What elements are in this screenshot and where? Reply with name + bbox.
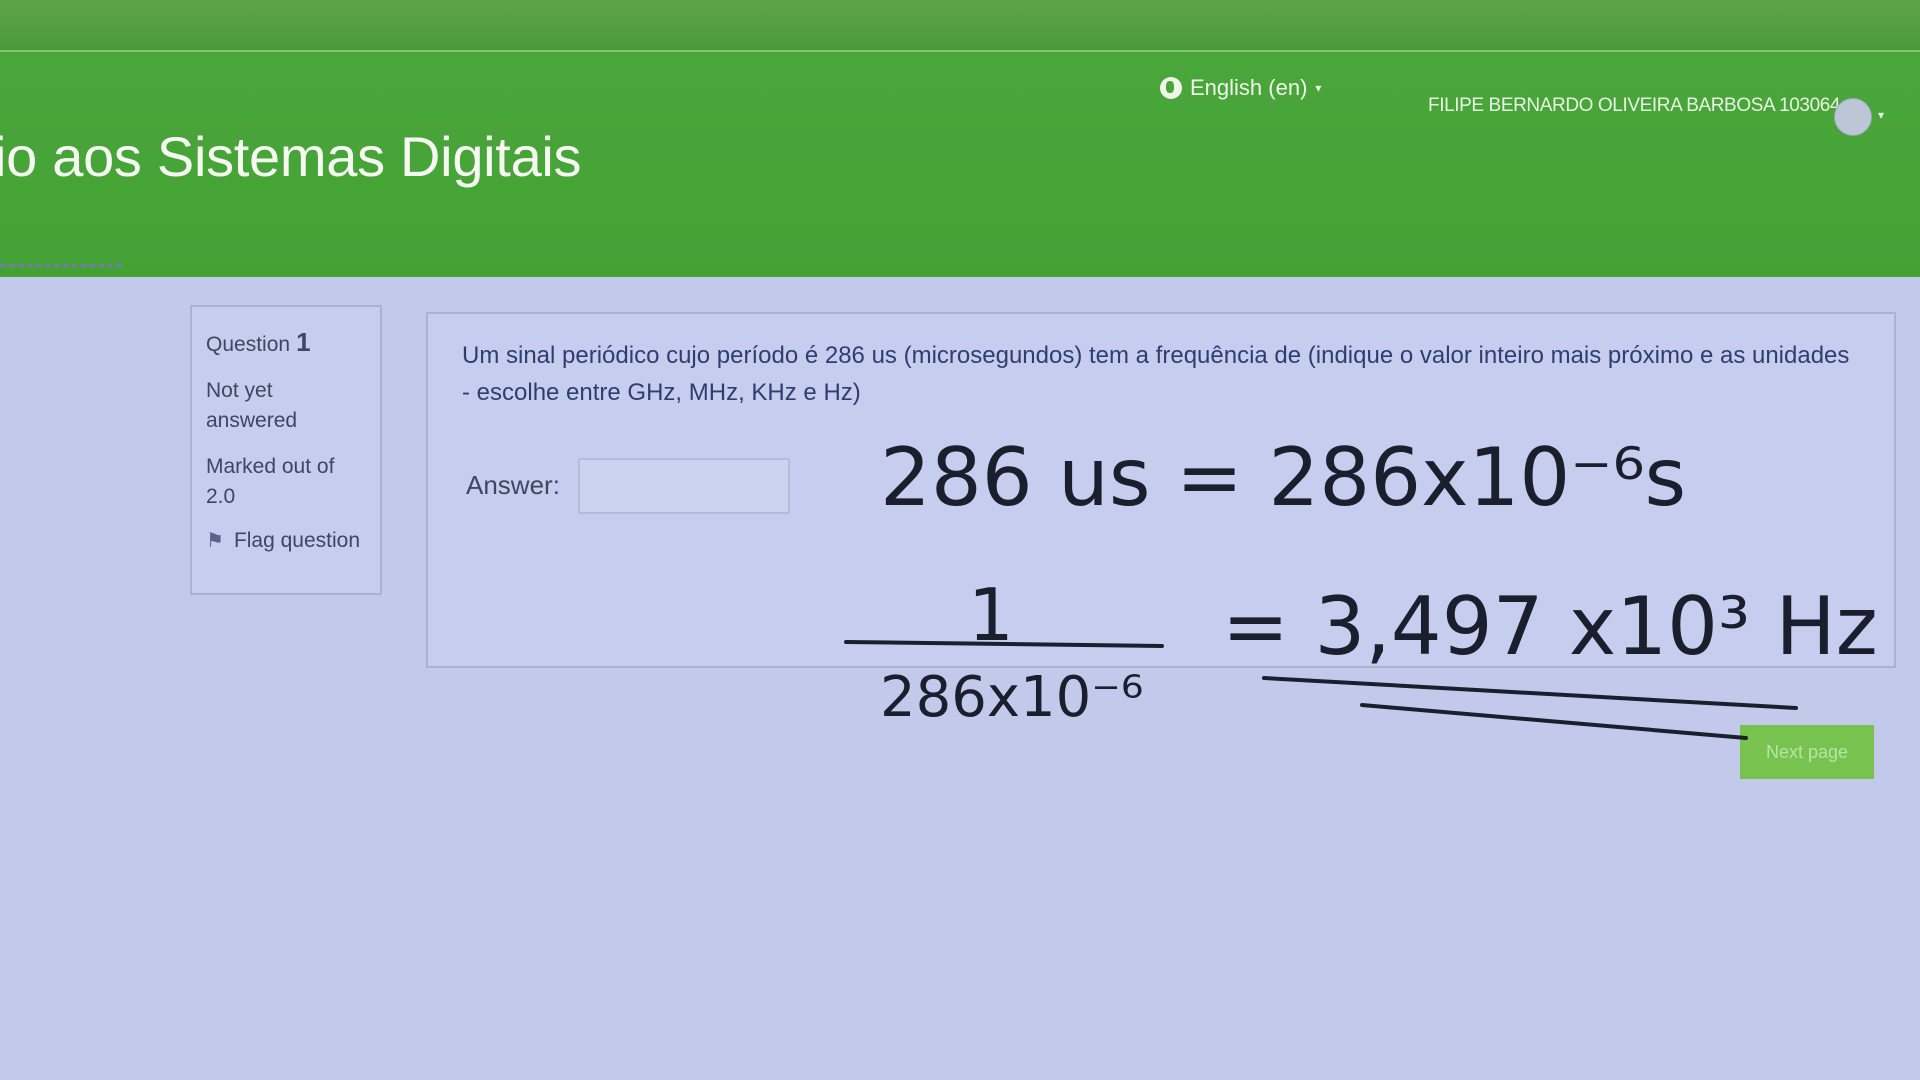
flag-label: Flag question (233, 529, 361, 552)
answer-input[interactable] (578, 458, 790, 514)
chevron-down-icon: ▾ (1315, 81, 1322, 95)
language-label: English (en) (1190, 75, 1308, 100)
question-marks: Marked out of 2.0 (206, 455, 335, 508)
question-text: Um sinal periódico cujo período é 286 us… (462, 342, 1850, 406)
handwritten-denominator: 286x10⁻⁶ (880, 665, 1143, 730)
result-underline-1 (1262, 676, 1798, 710)
globe-icon (1160, 77, 1182, 99)
next-page-button[interactable]: Next page (1740, 725, 1874, 779)
page-title: io aos Sistemas Digitais (0, 125, 582, 188)
user-menu-chevron-icon[interactable]: ▾ (1878, 108, 1884, 122)
avatar[interactable] (1834, 98, 1872, 136)
question-state: Not yet answered (206, 379, 298, 432)
flag-question-link[interactable]: ⚑ Flag question (206, 526, 366, 556)
question-label: Question (206, 333, 291, 356)
question-number: 1 (296, 327, 311, 357)
user-name[interactable]: FILIPE BERNARDO OLIVEIRA BARBOSA 103064 (1428, 95, 1840, 117)
window-titlebar (0, 0, 1920, 50)
language-menu[interactable]: English (en) ▾ (1160, 75, 1321, 101)
question-info-panel: Question 1 Not yet answered Marked out of… (190, 305, 382, 595)
flag-icon: ⚑ (206, 530, 224, 552)
breadcrumb (0, 264, 122, 267)
answer-label: Answer: (466, 470, 560, 500)
result-underline-2 (1360, 703, 1748, 740)
